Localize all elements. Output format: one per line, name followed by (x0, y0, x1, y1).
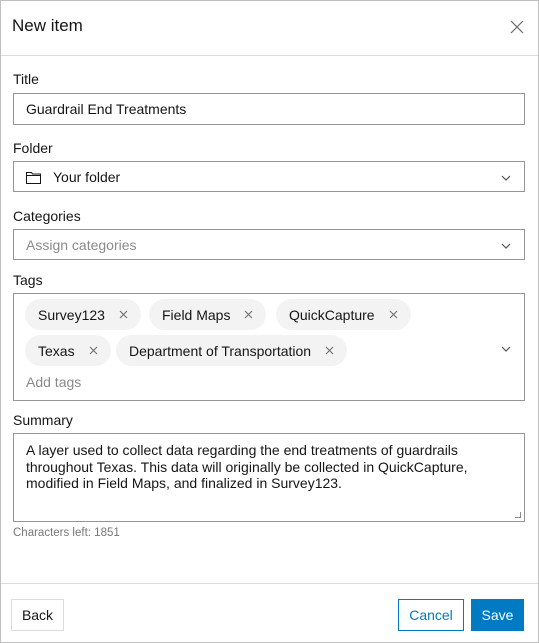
tag-chip-label: Department of Transportation (129, 342, 312, 359)
tag-chip-label: Survey123 (38, 306, 105, 323)
chevron-down-icon[interactable] (500, 345, 512, 353)
close-button[interactable] (508, 18, 526, 36)
tag-chip[interactable]: Field Maps (149, 299, 267, 330)
folder-icon (26, 171, 41, 184)
remove-tag-icon[interactable] (389, 310, 398, 319)
tag-chip-label: Field Maps (162, 306, 231, 323)
folder-label: Folder (13, 140, 53, 156)
folder-select-value: Your folder (53, 169, 121, 185)
remove-tag-icon[interactable] (244, 310, 253, 319)
summary-textarea[interactable]: A layer used to collect data regarding t… (13, 433, 525, 522)
add-tags-placeholder[interactable]: Add tags (26, 374, 81, 390)
back-button[interactable]: Back (11, 599, 64, 631)
tags-input[interactable]: Survey123 Field Maps QuickCapture Texas … (13, 293, 525, 401)
tag-chip[interactable]: Texas (25, 335, 111, 366)
summary-label: Summary (13, 412, 73, 428)
remove-tag-icon[interactable] (89, 346, 98, 355)
save-button[interactable]: Save (471, 599, 524, 631)
tag-chip-label: QuickCapture (289, 306, 375, 323)
tag-chip[interactable]: Survey123 (25, 299, 141, 330)
chevron-down-icon (500, 242, 512, 250)
chevron-down-icon (500, 174, 512, 182)
new-item-dialog: New item Title Guardrail End Treatments … (0, 0, 539, 643)
title-input[interactable]: Guardrail End Treatments (13, 93, 525, 125)
categories-select[interactable]: Assign categories (13, 229, 525, 260)
remove-tag-icon[interactable] (325, 346, 334, 355)
dialog-header: New item (1, 1, 538, 56)
categories-label: Categories (13, 208, 81, 224)
categories-placeholder: Assign categories (26, 237, 137, 253)
remove-tag-icon[interactable] (119, 310, 128, 319)
title-input-value: Guardrail End Treatments (26, 101, 187, 117)
dialog-footer: Back Cancel Save (1, 583, 538, 642)
resize-handle[interactable] (515, 512, 521, 518)
close-icon (508, 20, 526, 39)
tag-chip[interactable]: Department of Transportation (116, 335, 348, 366)
tag-chip[interactable]: QuickCapture (276, 299, 411, 330)
characters-left: Characters left: 1851 (13, 527, 120, 539)
folder-select[interactable]: Your folder (13, 161, 525, 192)
dialog-title: New item (12, 16, 83, 35)
tag-chip-label: Texas (38, 342, 75, 359)
cancel-button[interactable]: Cancel (398, 599, 464, 631)
tags-label: Tags (13, 272, 43, 288)
summary-text: A layer used to collect data regarding t… (26, 442, 468, 491)
title-label: Title (13, 71, 39, 87)
